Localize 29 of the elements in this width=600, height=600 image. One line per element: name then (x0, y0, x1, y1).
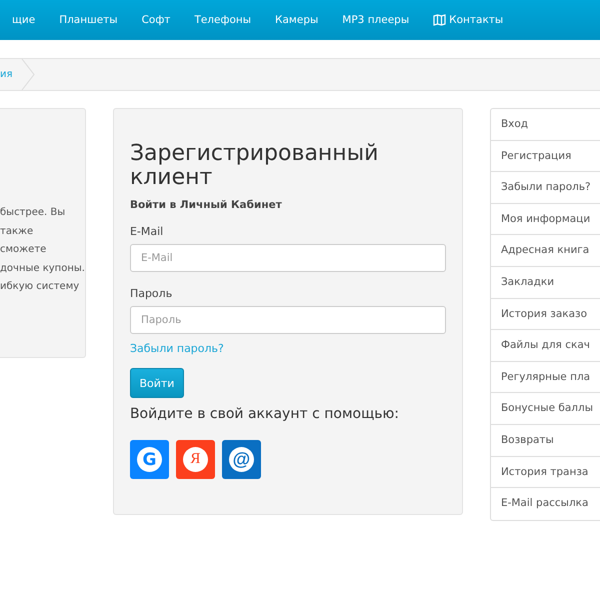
account-menu-item[interactable]: Забыли пароль? (490, 172, 600, 204)
field-label: Пароль (130, 287, 174, 300)
google-login-button[interactable]: G (130, 440, 169, 479)
mail-login-button[interactable]: @ (222, 440, 261, 479)
panel-text: дочные купоны. (0, 262, 85, 276)
social-login-prompt: Войдите в свой аккаунт с помощью: (130, 406, 400, 422)
panel-text: быстрее. Вы (0, 206, 66, 220)
account-menu-item[interactable]: Адресная книга (490, 235, 600, 267)
email-field[interactable]: E-Mail (130, 244, 446, 272)
map-icon (433, 14, 446, 26)
account-menu-item[interactable]: Бонусные баллы (490, 393, 600, 425)
account-menu-item[interactable]: Возвраты (490, 424, 600, 457)
card-subtitle: Войти в Личный Кабинет (130, 199, 283, 211)
account-menu-item[interactable]: История транза (490, 456, 600, 488)
card-title: Зарегистрированный клиент (130, 142, 380, 190)
yandex-login-button[interactable]: Я (176, 440, 215, 479)
account-menu-item[interactable]: Регистрация (490, 140, 600, 172)
account-menu-item[interactable]: Закладки (490, 266, 600, 299)
account-menu-item[interactable]: История заказо (490, 298, 600, 330)
account-menu-item[interactable]: E-Mail рассылка (490, 488, 600, 520)
account-menu-item[interactable]: Моя информаци (490, 204, 600, 236)
panel-text: ибкую систему (0, 280, 80, 294)
account-menu-item[interactable]: Вход (490, 109, 600, 141)
account-menu-item[interactable]: Файлы для скач (490, 330, 600, 362)
password-field[interactable]: Пароль (130, 306, 446, 334)
field-label: E-Mail (130, 225, 164, 238)
panel-text: также (0, 224, 34, 238)
panel-text: сможете (0, 243, 48, 257)
account-menu-item[interactable]: Регулярные пла (490, 362, 600, 394)
